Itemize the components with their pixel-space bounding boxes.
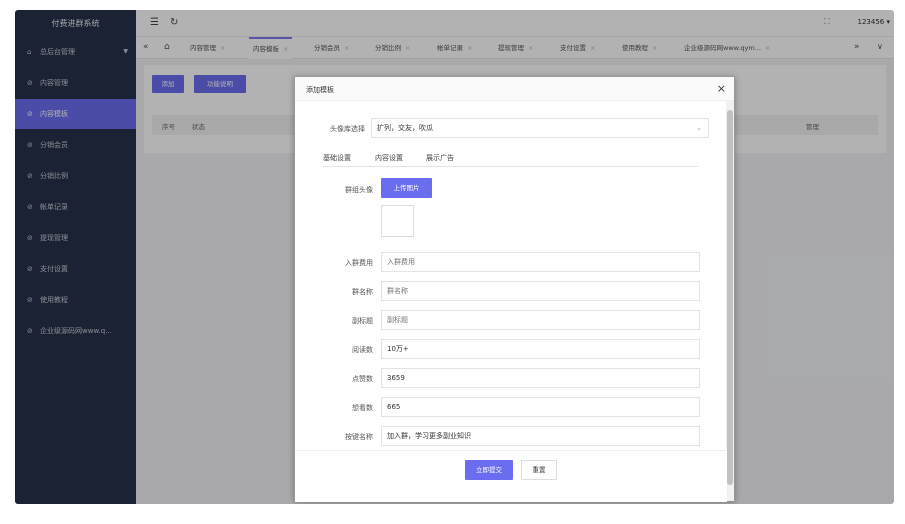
app-frame: 付费进群系统 ⌂ 总后台管理 ▼ ⊘ 内容管理 ⊘ 内容模板 ⊘ 分销会员 ⊘ 分销比例 ⊘… (15, 10, 894, 504)
want-count-input[interactable]: 665 (381, 397, 700, 417)
submit-button[interactable]: 立即提交 (465, 460, 513, 480)
field-label: 按键名称 (345, 433, 373, 441)
upload-image-button[interactable]: 上传图片 (381, 178, 432, 198)
dialog-footer: 立即提交 重置 (295, 450, 727, 502)
button-name-input[interactable]: 加入群，学习更多副业知识 (381, 426, 700, 446)
dialog-title: 添加模板 (306, 86, 334, 94)
group-avatar-label: 群组头像 (345, 186, 373, 194)
field-label: 想看数 (352, 404, 373, 412)
avatar-lib-value: 扩列，交友，吹瓜 (377, 124, 433, 132)
field-label: 入群费用 (345, 259, 373, 267)
scrollbar-thumb[interactable] (727, 110, 733, 485)
like-count-input[interactable]: 3659 (381, 368, 700, 388)
dialog-header: 添加模板 × (295, 77, 734, 101)
subtab-basic[interactable]: 基础设置 (323, 153, 351, 167)
subtitle-input[interactable] (381, 310, 700, 330)
field-label: 副标题 (352, 317, 373, 325)
chevron-down-icon: ⌄ (696, 124, 702, 132)
close-icon[interactable]: × (717, 82, 726, 95)
field-label: 群名称 (352, 288, 373, 296)
avatar-lib-label: 头像库选择 (330, 125, 365, 133)
field-label: 点赞数 (352, 375, 373, 383)
read-count-input[interactable]: 10万+ (381, 339, 700, 359)
group-name-input[interactable] (381, 281, 700, 301)
add-template-dialog: 添加模板 × 头像库选择 扩列，交友，吹瓜 ⌄ 基础设置 内容设置 展示广告 群组… (294, 76, 735, 502)
subtab-divider (323, 166, 698, 167)
subtab-content[interactable]: 内容设置 (375, 153, 403, 163)
field-label: 阅读数 (352, 346, 373, 354)
dialog-scrollbar[interactable] (726, 101, 734, 501)
entry-fee-input[interactable] (381, 252, 700, 272)
reset-button[interactable]: 重置 (521, 460, 557, 480)
avatar-lib-select[interactable]: 扩列，交友，吹瓜 ⌄ (371, 118, 709, 138)
dialog-body: 头像库选择 扩列，交友，吹瓜 ⌄ 基础设置 内容设置 展示广告 群组头像 上传图片… (295, 101, 727, 450)
avatar-preview (381, 205, 414, 237)
subtab-ads[interactable]: 展示广告 (426, 153, 454, 163)
